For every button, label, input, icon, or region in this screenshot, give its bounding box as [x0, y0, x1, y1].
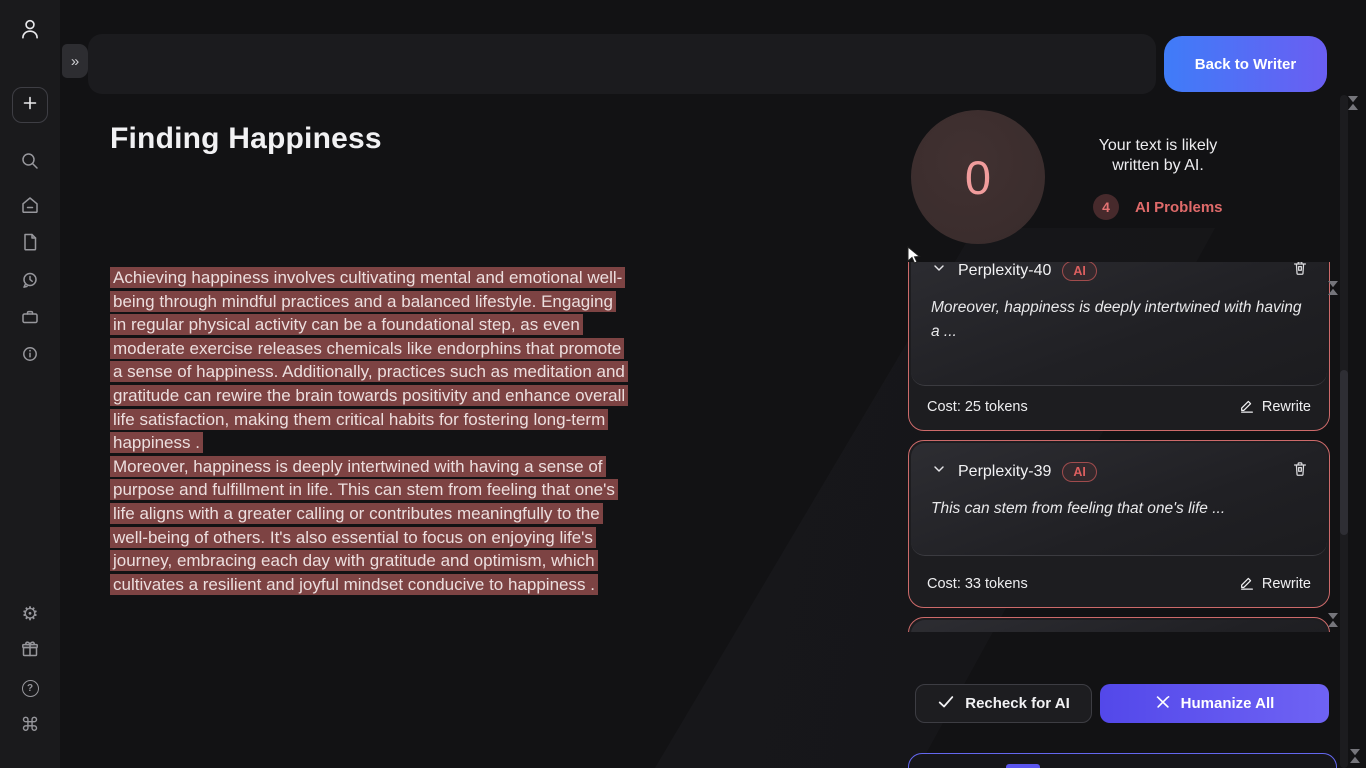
- sidebar-item-documents[interactable]: [18, 232, 42, 256]
- problem-card: Perplexity-40 AI Moreover, happiness is …: [908, 262, 1330, 431]
- sidebar-item-help[interactable]: ?: [18, 676, 42, 700]
- chevron-down-icon[interactable]: [931, 461, 947, 482]
- sidebar-item-tools[interactable]: [18, 307, 42, 331]
- hourglass-icon: [1347, 95, 1359, 111]
- magic-wand-icon: [1155, 694, 1171, 714]
- ai-score-circle: 0: [911, 110, 1045, 244]
- check-icon: [937, 693, 955, 715]
- delete-card-button[interactable]: [1291, 460, 1309, 483]
- double-chevron-icon: »: [71, 53, 79, 70]
- rewrite-button[interactable]: Rewrite: [1239, 574, 1311, 594]
- user-icon: [18, 17, 42, 46]
- scrollbar-track[interactable]: [1340, 95, 1348, 768]
- sidebar-item-rewards[interactable]: [18, 639, 42, 663]
- sidebar-collapse-button[interactable]: »: [62, 44, 88, 78]
- recheck-for-ai-button[interactable]: Recheck for AI: [915, 684, 1092, 723]
- document-text[interactable]: Achieving happiness involves cultivating…: [110, 266, 630, 596]
- pencil-icon: [1239, 397, 1255, 417]
- problems-link[interactable]: AI Problems: [1135, 199, 1223, 216]
- bottom-panel-chip: [1006, 764, 1040, 768]
- card-cost: Cost: 25 tokens: [927, 399, 1028, 415]
- top-toolbar: [88, 34, 1156, 94]
- hourglass-icon: [1327, 612, 1339, 628]
- chevron-down-icon[interactable]: [931, 262, 947, 281]
- hourglass-icon: [1327, 280, 1339, 296]
- help-icon: ?: [22, 680, 39, 697]
- new-document-button[interactable]: [12, 87, 48, 123]
- app-window: ⚙ ? ⌘ » ∞ Tokens AI DETECTION BYPASS Ori…: [0, 0, 1366, 768]
- back-to-writer-label: Back to Writer: [1195, 56, 1296, 73]
- sidebar-item-info[interactable]: [18, 344, 42, 368]
- bottom-panel[interactable]: [908, 753, 1337, 768]
- sidebar-item-shortcuts[interactable]: ⌘: [18, 713, 42, 737]
- humanize-label: Humanize All: [1181, 695, 1275, 712]
- sidebar: ⚙ ? ⌘: [0, 0, 60, 768]
- document-title[interactable]: Finding Happiness: [110, 122, 382, 156]
- search-icon: [19, 150, 41, 177]
- sidebar-item-settings[interactable]: ⚙: [18, 602, 42, 626]
- problems-count-badge: 4: [1093, 194, 1119, 220]
- problem-cards-list[interactable]: Perplexity-40 AI Moreover, happiness is …: [908, 262, 1330, 632]
- sidebar-item-home[interactable]: [18, 195, 42, 219]
- ai-badge: AI: [1062, 262, 1097, 281]
- gear-icon: ⚙: [21, 605, 38, 624]
- delete-card-button[interactable]: [1291, 262, 1309, 282]
- problem-card-title: Perplexity-40: [958, 262, 1051, 280]
- flagged-sentence-quote: Moreover, happiness is deeply intertwine…: [931, 296, 1307, 344]
- gift-icon: [19, 638, 41, 665]
- profile-button[interactable]: [18, 19, 42, 43]
- problem-card-title: Perplexity-39: [958, 463, 1051, 481]
- plus-icon: [21, 94, 39, 117]
- highlighted-sentence[interactable]: Moreover, happiness is deeply intertwine…: [110, 456, 618, 595]
- humanize-all-button[interactable]: Humanize All: [1100, 684, 1329, 723]
- pencil-icon: [1239, 574, 1255, 594]
- problem-card: [908, 617, 1330, 632]
- card-cost: Cost: 33 tokens: [927, 576, 1028, 592]
- hourglass-icon: [1349, 748, 1361, 764]
- rewrite-label: Rewrite: [1262, 576, 1311, 592]
- scrollbar-thumb[interactable]: [1340, 370, 1348, 535]
- flagged-sentence-quote: This can stem from feeling that one's li…: [931, 497, 1307, 521]
- recheck-label: Recheck for AI: [965, 695, 1069, 712]
- sidebar-item-search[interactable]: [18, 151, 42, 175]
- problem-card: Perplexity-39 AI This can stem from feel…: [908, 440, 1330, 608]
- command-icon: ⌘: [21, 716, 40, 735]
- ai-score-value: 0: [965, 150, 991, 205]
- rewrite-label: Rewrite: [1262, 399, 1311, 415]
- home-icon: [19, 194, 41, 221]
- rewrite-button[interactable]: Rewrite: [1239, 397, 1311, 417]
- ai-badge: AI: [1062, 462, 1097, 482]
- verdict-text: Your text is likely written by AI.: [1083, 136, 1233, 176]
- document-icon: [19, 231, 41, 258]
- history-clock-icon: [19, 269, 41, 296]
- highlighted-sentence[interactable]: Achieving happiness involves cultivating…: [110, 267, 628, 453]
- sidebar-item-history[interactable]: [18, 270, 42, 294]
- info-icon: [19, 343, 41, 370]
- back-to-writer-button[interactable]: Back to Writer: [1164, 36, 1327, 92]
- briefcase-icon: [19, 306, 41, 333]
